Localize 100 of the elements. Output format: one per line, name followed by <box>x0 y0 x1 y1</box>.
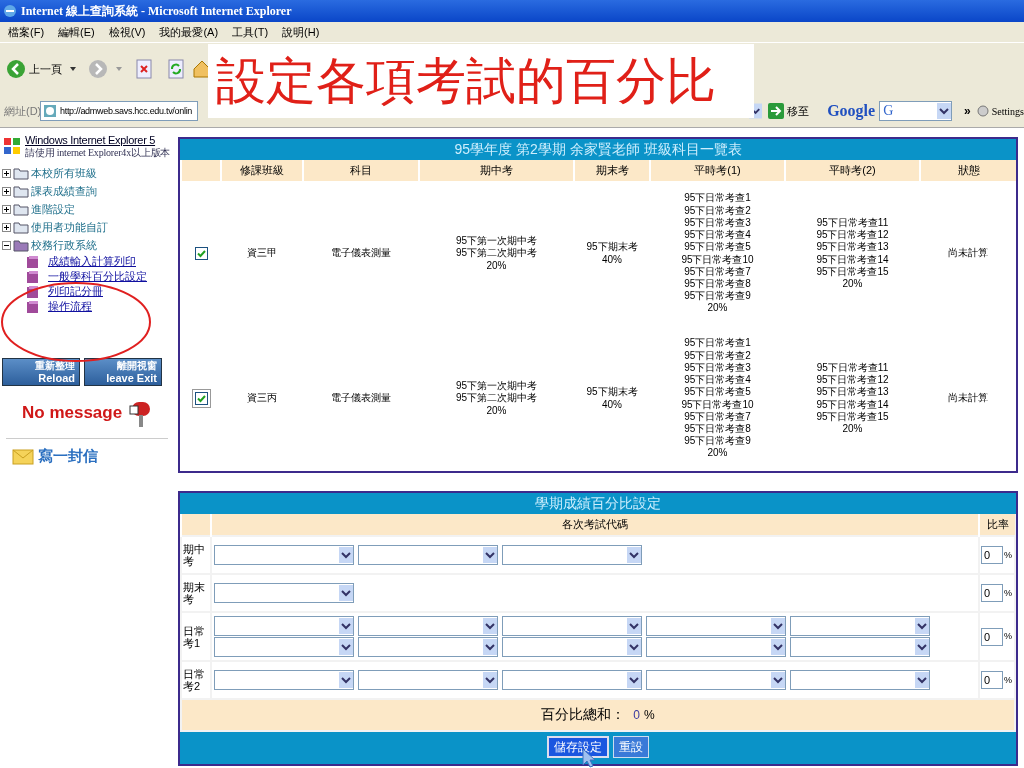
menu-item[interactable]: 我的最愛(A) <box>159 24 219 40</box>
tree-link[interactable]: 列印記分冊 <box>48 284 103 299</box>
percent-sign: % <box>644 708 655 722</box>
table-cell: 尚未計算 <box>920 181 1016 326</box>
table-cell: 95下期末考 40% <box>574 181 650 326</box>
dropdown[interactable] <box>214 670 354 690</box>
chevron-down-icon <box>627 618 641 634</box>
chevron-down-icon <box>915 618 929 634</box>
reset-button[interactable]: 重設 <box>613 736 649 758</box>
ratio-field[interactable]: 0 <box>981 546 1003 564</box>
column-header: 各次考試代碼 <box>211 514 979 536</box>
dropdown[interactable] <box>646 637 786 657</box>
expand-icon[interactable] <box>2 204 11 214</box>
menu-item[interactable]: 編輯(E) <box>58 24 95 40</box>
search-logo: Google <box>827 102 876 120</box>
chevron-down-icon <box>483 639 497 655</box>
tree-item[interactable]: 使用者功能自訂 <box>31 219 108 235</box>
sidebar-button[interactable]: 重新整理 Reload <box>2 358 80 386</box>
collapse-icon[interactable] <box>2 240 11 250</box>
chevron-down-icon <box>627 639 641 655</box>
page-icon <box>43 104 57 118</box>
column-header: 比率 <box>979 514 1015 536</box>
column-header: 期中考 <box>419 160 574 181</box>
table-cell: 95下日常考查1 95下日常考查2 95下日常考查3 95下日常考查4 95下日常考查5 95下日常考查10 95下日常考查7 95下日常考查8 95下日常考查9 20% <box>650 181 785 326</box>
tree-item[interactable]: 課表成績查詢 <box>31 183 97 199</box>
dropdown[interactable] <box>790 616 930 636</box>
chevron-down-icon <box>771 672 785 688</box>
address-field[interactable]: http://admweb.savs.hcc.edu.tv/onlin <box>40 101 199 121</box>
write-letter-link[interactable]: 寫一封信 <box>38 447 98 466</box>
tree-item[interactable]: 進階設定 <box>31 201 75 217</box>
more-button[interactable]: » <box>964 104 971 118</box>
circle-icon <box>976 105 989 117</box>
menu-item[interactable]: 檔案(F) <box>8 24 45 40</box>
banner-title: Windows Internet Explorer 5 <box>25 134 157 146</box>
menu-item[interactable]: 工具(T) <box>232 24 269 40</box>
tree-link[interactable]: 操作流程 <box>48 299 92 314</box>
row-label: 日常考2 <box>181 661 211 699</box>
chevron-down-icon <box>483 672 497 688</box>
chevron-down-icon <box>339 672 353 688</box>
tree-item[interactable]: 校務行政系統 <box>31 237 97 253</box>
table-cell-text: 電子儀表測量 <box>330 391 392 406</box>
column-header: 修課班級 <box>221 160 303 181</box>
menu-item[interactable]: 檢視(V) <box>108 24 146 40</box>
stop-icon[interactable] <box>134 59 154 79</box>
chevron-down-icon <box>915 639 929 655</box>
chevron-down-icon <box>771 618 785 634</box>
dropdown[interactable] <box>790 637 930 657</box>
tree-link[interactable]: 一般學科百分比設定 <box>48 269 147 284</box>
tree-item[interactable]: 本校所有班級 <box>31 165 97 181</box>
table-cell: 95下第一次期中考 95下第二次期中考 20% <box>419 181 574 326</box>
tree-link[interactable]: 成績輸入計算列印 <box>48 254 136 269</box>
book-icon <box>26 269 40 284</box>
table-cell: 95下日常考查11 95下日常考查12 95下日常考查13 95下日常考查14 95下日常考查15 20% <box>785 181 920 326</box>
dropdown[interactable] <box>646 670 786 690</box>
go-button[interactable]: 移至 <box>768 103 810 119</box>
dropdown[interactable] <box>214 637 354 657</box>
book-icon <box>26 284 40 299</box>
column-header: 期末考 <box>574 160 650 181</box>
ratio-field[interactable]: 0 <box>981 584 1003 602</box>
forward-icon[interactable] <box>88 59 108 79</box>
dropdown[interactable] <box>502 545 642 565</box>
dropdown[interactable] <box>502 616 642 636</box>
dropdown[interactable] <box>358 670 498 690</box>
dropdown[interactable] <box>790 670 930 690</box>
dropdown[interactable] <box>502 670 642 690</box>
dropdown[interactable] <box>214 583 354 603</box>
table-cell-text: 資三丙 <box>246 391 278 406</box>
column-header: 狀態 <box>920 160 1016 181</box>
sidebar-button[interactable]: 離開視窗 leave Exit <box>84 358 162 386</box>
settings-button[interactable]: Settings <box>976 105 1024 117</box>
dropdown[interactable] <box>502 637 642 657</box>
table-title: 學期成績百分比設定 <box>180 493 1016 514</box>
chevron-down-icon <box>915 672 929 688</box>
dropdown[interactable] <box>358 545 498 565</box>
expand-icon[interactable] <box>2 222 11 232</box>
refresh-icon[interactable] <box>166 59 186 79</box>
search-field[interactable]: G <box>879 101 953 121</box>
ratio-field[interactable]: 0 <box>981 671 1003 689</box>
chevron-down-icon <box>339 585 353 601</box>
dropdown[interactable] <box>358 616 498 636</box>
percent-sign: % <box>1004 549 1012 560</box>
window-title: Internet 線上查詢系統 - Microsoft Internet Explorer <box>21 2 292 20</box>
menu-item[interactable]: 說明(H) <box>282 24 320 40</box>
dropdown[interactable] <box>214 545 354 565</box>
percent-sign: % <box>1004 674 1012 685</box>
dropdown[interactable] <box>646 616 786 636</box>
envelope-icon[interactable] <box>12 448 34 465</box>
folder-icon <box>13 220 29 234</box>
expand-icon[interactable] <box>2 186 11 196</box>
caret-icon[interactable] <box>70 67 76 71</box>
dropdown[interactable] <box>214 616 354 636</box>
ratio-field[interactable]: 0 <box>981 627 1003 646</box>
column-header: 平時考(2) <box>785 160 920 181</box>
folder-icon <box>13 202 29 216</box>
dropdown[interactable] <box>358 637 498 657</box>
table-cell-text: 95下第一次期中考 95下第二次期中考 20% <box>454 379 539 418</box>
back-button[interactable]: 上一頁 <box>6 59 62 79</box>
checkbox[interactable] <box>191 389 211 408</box>
expand-icon[interactable] <box>2 168 11 178</box>
row-label: 日常考1 <box>181 612 211 661</box>
